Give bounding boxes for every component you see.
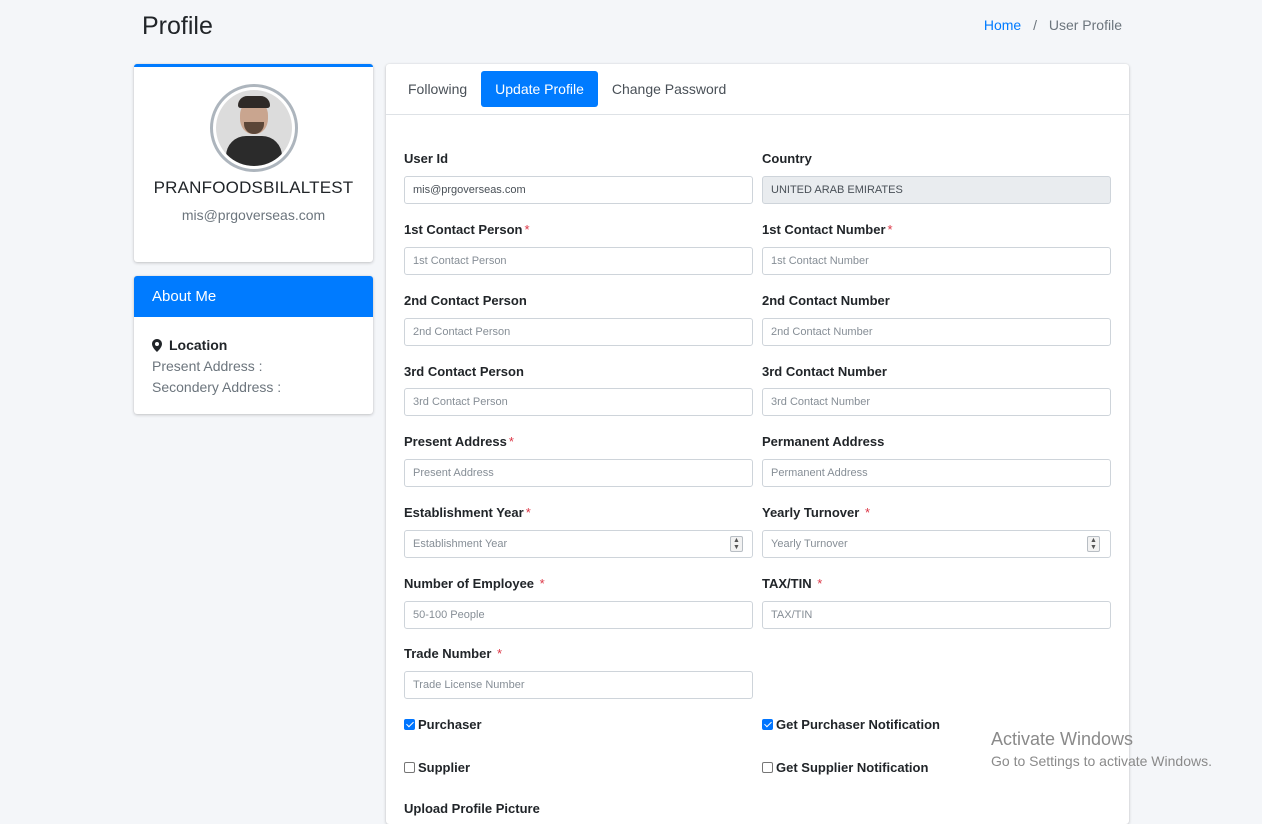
purchaser-notification-checkbox-row[interactable]: Get Purchaser Notification [762,717,940,732]
profile-name: PRANFOODSBILALTEST [153,178,354,197]
location-label: Location [169,337,228,353]
upload-picture-label: Upload Profile Picture [404,801,540,816]
establishment-year-spinner[interactable]: ▲ ▼ [730,536,743,552]
secondary-address-text: Secondery Address : [152,379,282,395]
supplier-notification-checkbox[interactable] [762,762,773,773]
tax-tin-input[interactable] [762,601,1111,629]
trade-number-label: Trade Number * [404,646,503,661]
contact3-person-label: 3rd Contact Person [404,364,524,379]
breadcrumb: Home / User Profile [984,17,1122,33]
about-title: About Me [134,276,373,317]
establishment-year-label: Establishment Year * [404,505,531,520]
purchaser-label: Purchaser [418,717,482,732]
present-address-label: Present Address * [404,434,514,449]
watermark-title: Activate Windows [991,729,1134,749]
tab-change-password[interactable]: Change Password [598,71,740,107]
profile-tabs: Following Update Profile Change Password [386,64,1129,115]
contact2-number-label: 2nd Contact Number [762,293,890,308]
profile-email: mis@prgoverseas.com [181,207,326,223]
breadcrumb-current: User Profile [1048,17,1122,33]
yearly-turnover-spinner[interactable]: ▲ ▼ [1087,536,1100,552]
establishment-year-input[interactable] [404,530,753,558]
contact2-number-input[interactable] [762,318,1111,346]
tab-following[interactable]: Following [394,71,481,107]
breadcrumb-separator: / [1033,17,1037,33]
employee-count-label: Number of Employee * [404,576,545,591]
purchaser-checkbox-row[interactable]: Purchaser [404,717,482,732]
present-address-input[interactable] [404,459,753,487]
tab-update-profile[interactable]: Update Profile [481,71,598,107]
map-marker-icon [152,338,162,352]
user-id-input[interactable] [404,176,753,204]
supplier-notification-label: Get Supplier Notification [776,760,929,775]
contact1-number-input[interactable] [762,247,1111,275]
page-title: Profile [142,12,213,40]
yearly-turnover-label: Yearly Turnover * [762,505,870,520]
contact3-person-input[interactable] [404,388,753,416]
yearly-turnover-input[interactable] [762,530,1111,558]
watermark-subtitle: Go to Settings to activate Windows. [991,753,1212,769]
supplier-label: Supplier [418,760,471,775]
profile-card: PRANFOODSBILALTEST mis@prgoverseas.com [134,64,373,262]
country-label: Country [762,151,812,166]
purchaser-notification-checkbox[interactable] [762,719,773,730]
supplier-checkbox[interactable] [404,762,415,773]
contact3-number-input[interactable] [762,388,1111,416]
permanent-address-input[interactable] [762,459,1111,487]
purchaser-checkbox[interactable] [404,719,415,730]
trade-number-input[interactable] [404,671,753,699]
permanent-address-label: Permanent Address [762,434,885,449]
tax-tin-label: TAX/TIN * [762,576,823,591]
breadcrumb-home-link[interactable]: Home [984,17,1021,33]
contact1-person-label: 1st Contact Person * [404,222,530,237]
contact1-number-label: 1st Contact Number * [762,222,893,237]
present-address-text: Present Address : [152,358,263,374]
contact2-person-input[interactable] [404,318,753,346]
contact1-person-input[interactable] [404,247,753,275]
about-card: About Me Location Present Address : Seco… [134,276,373,414]
purchaser-notification-label: Get Purchaser Notification [776,717,940,732]
contact2-person-label: 2nd Contact Person [404,293,527,308]
contact3-number-label: 3rd Contact Number [762,364,887,379]
user-id-label: User Id [404,151,449,166]
avatar [209,84,298,172]
location-heading: Location [152,337,355,353]
employee-count-input[interactable] [404,601,753,629]
supplier-checkbox-row[interactable]: Supplier [404,760,470,775]
supplier-notification-checkbox-row[interactable]: Get Supplier Notification [762,760,928,775]
windows-activation-watermark: Activate Windows Go to Settings to activ… [991,729,1212,769]
country-input[interactable] [762,176,1111,204]
profile-form-card: Following Update Profile Change Password… [386,64,1129,824]
